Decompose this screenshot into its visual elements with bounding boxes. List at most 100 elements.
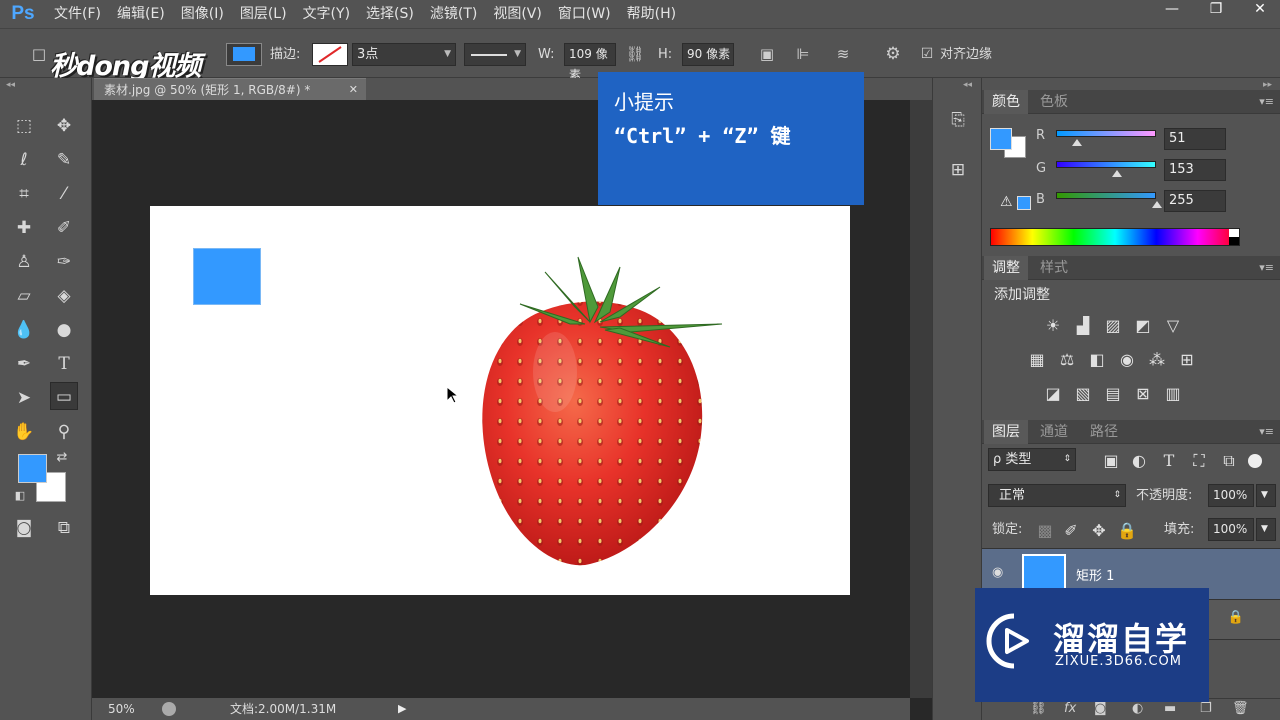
add-mask-icon[interactable]: ◙	[1094, 701, 1107, 716]
r-slider[interactable]	[1056, 130, 1156, 137]
menu-help[interactable]: 帮助(H)	[619, 0, 684, 28]
dodge-tool-icon[interactable]: ●	[50, 316, 78, 344]
properties-panel-icon[interactable]: ⊞	[944, 156, 972, 184]
new-adjustment-icon[interactable]: ◐	[1132, 701, 1143, 716]
panel-menu-icon[interactable]: ▾≡	[1259, 256, 1274, 280]
photo-filter-icon[interactable]: ◉	[1116, 349, 1138, 371]
curves-icon[interactable]: ▨	[1102, 315, 1124, 337]
vertical-scrollbar[interactable]	[910, 100, 932, 698]
selective-color-icon[interactable]: ⊠	[1132, 383, 1154, 405]
collapse-panels-icon[interactable]: ▸▸	[1263, 80, 1272, 90]
type-tool-icon[interactable]: T	[50, 350, 78, 378]
tab-channels[interactable]: 通道	[1032, 420, 1076, 444]
g-slider-thumb[interactable]	[1112, 170, 1122, 177]
r-slider-thumb[interactable]	[1072, 139, 1082, 146]
opacity-dropdown[interactable]: ▼	[1256, 484, 1276, 507]
smart-object-filter-icon[interactable]: ⧉	[1218, 450, 1240, 472]
crop-tool-icon[interactable]: ⌗	[10, 180, 38, 208]
history-brush-tool-icon[interactable]: ✑	[50, 248, 78, 276]
link-icon[interactable]: ⛓	[624, 43, 646, 65]
fill-color-swatch[interactable]	[226, 43, 262, 66]
vibrance-icon[interactable]: ▽	[1162, 315, 1184, 337]
lock-all-icon[interactable]: 🔒	[1116, 520, 1138, 542]
b-value-input[interactable]: 255	[1164, 190, 1226, 212]
black-white-icon[interactable]: ◧	[1086, 349, 1108, 371]
quick-mask-icon[interactable]: ◙	[10, 514, 38, 542]
tab-styles[interactable]: 样式	[1032, 256, 1076, 280]
tab-paths[interactable]: 路径	[1082, 420, 1126, 444]
b-slider[interactable]	[1056, 192, 1156, 199]
eyedropper-tool-icon[interactable]: ⁄	[50, 180, 78, 208]
healing-brush-tool-icon[interactable]: ✚	[10, 214, 38, 242]
menu-layer[interactable]: 图层(L)	[232, 0, 295, 28]
visibility-eye-icon[interactable]: ◉	[992, 565, 1003, 580]
gradient-map-icon[interactable]: ▥	[1162, 383, 1184, 405]
g-value-input[interactable]: 153	[1164, 159, 1226, 181]
close-button[interactable]: ✕	[1240, 0, 1280, 20]
default-colors-icon[interactable]: ◧	[6, 482, 34, 510]
exposure-icon[interactable]: ◩	[1132, 315, 1154, 337]
pen-tool-icon[interactable]: ✒	[10, 350, 38, 378]
foreground-color-swatch[interactable]	[18, 454, 47, 483]
gear-icon[interactable]: ⚙	[882, 43, 904, 65]
shape-filter-icon[interactable]: ⛶	[1188, 450, 1210, 472]
panel-menu-icon[interactable]: ▾≡	[1259, 420, 1274, 444]
filter-toggle-icon[interactable]	[1248, 454, 1262, 468]
menu-filter[interactable]: 滤镜(T)	[422, 0, 485, 28]
threshold-icon[interactable]: ▤	[1102, 383, 1124, 405]
status-menu-arrow-icon[interactable]: ▶	[398, 698, 406, 720]
type-filter-icon[interactable]: T	[1158, 450, 1180, 472]
g-slider[interactable]	[1056, 161, 1156, 168]
tab-layers[interactable]: 图层	[984, 420, 1028, 444]
menu-type[interactable]: 文字(Y)	[295, 0, 358, 28]
color-ramp[interactable]	[990, 228, 1240, 246]
color-balance-icon[interactable]: ⚖	[1056, 349, 1078, 371]
link-layers-icon[interactable]: ⛓	[1030, 701, 1047, 716]
tab-adjustments[interactable]: 调整	[984, 256, 1028, 280]
lock-position-icon[interactable]: ✥	[1088, 520, 1110, 542]
path-operations-icon[interactable]: ▣	[756, 43, 778, 65]
menu-edit[interactable]: 编辑(E)	[109, 0, 173, 28]
menu-image[interactable]: 图像(I)	[173, 0, 232, 28]
rectangle-tool-icon[interactable]: ▭	[50, 382, 78, 410]
menu-file[interactable]: 文件(F)	[46, 0, 109, 28]
lasso-tool-icon[interactable]: ℓ	[10, 146, 38, 174]
tab-color[interactable]: 颜色	[984, 90, 1028, 114]
hand-tool-icon[interactable]: ✋	[10, 418, 38, 446]
color-lookup-icon[interactable]: ⊞	[1176, 349, 1198, 371]
menu-view[interactable]: 视图(V)	[485, 0, 550, 28]
path-arrangement-icon[interactable]: ≋	[832, 43, 854, 65]
lock-image-icon[interactable]: ✐	[1060, 520, 1082, 542]
minimize-button[interactable]: —	[1152, 0, 1192, 20]
stroke-type-select[interactable]: ▼	[464, 43, 526, 66]
opacity-input[interactable]: 100%	[1208, 484, 1254, 507]
paint-bucket-tool-icon[interactable]: ◈	[50, 282, 78, 310]
clone-stamp-tool-icon[interactable]: ♙	[10, 248, 38, 276]
eraser-tool-icon[interactable]: ▱	[10, 282, 38, 310]
r-value-input[interactable]: 51	[1164, 128, 1226, 150]
fill-input[interactable]: 100%	[1208, 518, 1254, 541]
close-tab-icon[interactable]: ✕	[349, 79, 358, 101]
posterize-icon[interactable]: ▧	[1072, 383, 1094, 405]
width-input[interactable]: 109 像素	[564, 43, 616, 82]
panel-menu-icon[interactable]: ▾≡	[1259, 90, 1274, 114]
path-selection-tool-icon[interactable]: ➤	[10, 384, 38, 412]
stroke-width-select[interactable]: 3点 ▼	[352, 43, 456, 66]
web-safe-swatch[interactable]	[1017, 196, 1031, 210]
screen-mode-icon[interactable]: ⧉	[50, 514, 78, 542]
trash-icon[interactable]: 🗑	[1232, 701, 1249, 716]
tab-swatches[interactable]: 色板	[1032, 90, 1076, 114]
move-tool-icon[interactable]: ✥	[50, 112, 78, 140]
warning-icon[interactable]: ⚠	[1000, 194, 1013, 210]
new-group-icon[interactable]: ▬	[1164, 701, 1176, 716]
zoom-tool-icon[interactable]: ⚲	[50, 418, 78, 446]
align-edges-checkbox[interactable]: ☑	[916, 43, 938, 65]
menu-window[interactable]: 窗口(W)	[550, 0, 619, 28]
lock-transparent-icon[interactable]: ▩	[1034, 520, 1056, 542]
path-alignment-icon[interactable]: ⊫	[792, 43, 814, 65]
fill-dropdown[interactable]: ▼	[1256, 518, 1276, 541]
history-panel-icon[interactable]: ⎘	[944, 106, 972, 134]
invert-icon[interactable]: ◪	[1042, 383, 1064, 405]
menu-select[interactable]: 选择(S)	[358, 0, 422, 28]
layer-filter-select[interactable]: ρ 类型 ⇕	[988, 448, 1076, 471]
